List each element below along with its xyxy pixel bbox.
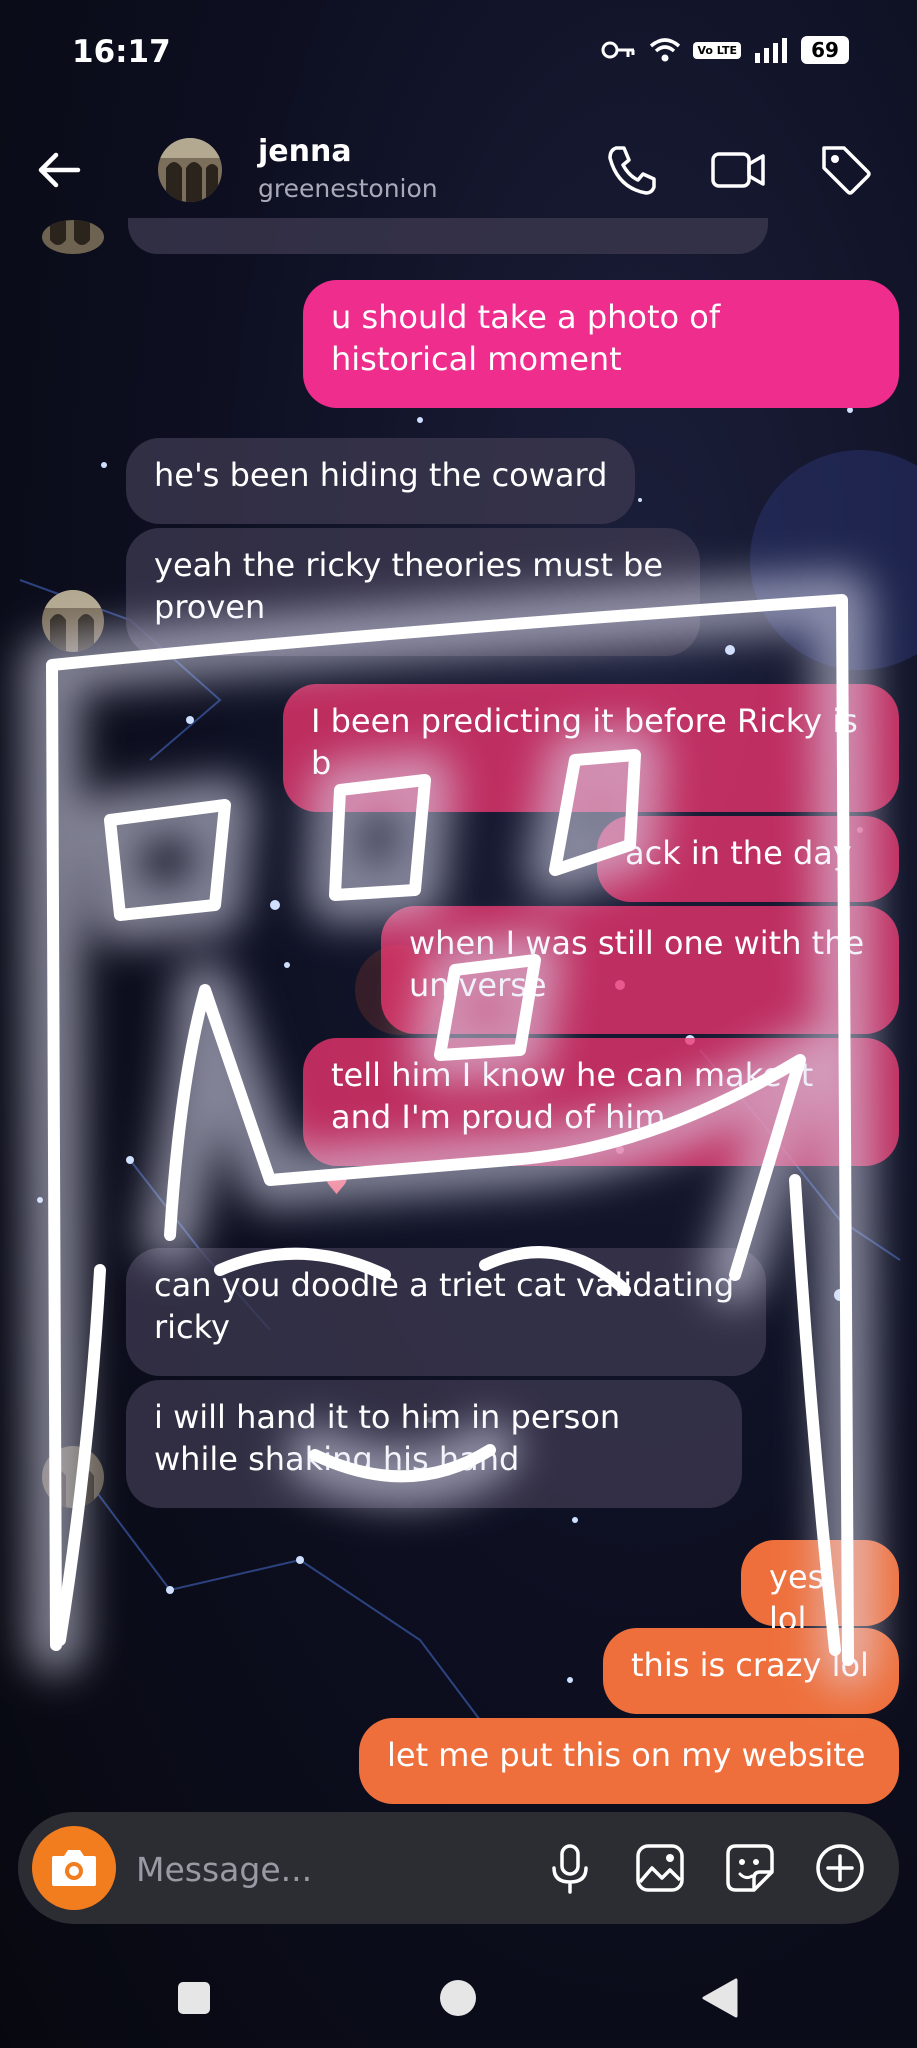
vpn-key-icon	[601, 41, 635, 59]
volte-badge: Vo LTE	[693, 41, 741, 59]
contact-avatar[interactable]	[158, 138, 222, 202]
sender-avatar	[42, 1446, 104, 1508]
contact-name[interactable]: jenna	[258, 134, 352, 169]
tag-icon[interactable]	[816, 140, 876, 200]
system-nav-bar	[0, 1948, 917, 2048]
mic-icon[interactable]	[542, 1840, 598, 1896]
camera-icon	[52, 1850, 96, 1886]
wifi-icon	[650, 38, 681, 62]
message-sent: when I was still one with the universe	[381, 906, 899, 1034]
sender-avatar	[42, 220, 104, 254]
status-bar: 16:17 Vo LTE 69	[0, 0, 917, 110]
video-icon[interactable]	[708, 140, 768, 200]
gallery-icon[interactable]	[632, 1840, 688, 1896]
message-received: yeah the ricky theories must be proven	[126, 528, 700, 656]
contact-username[interactable]: greenestonion	[258, 174, 438, 203]
back-arrow-icon[interactable]	[30, 140, 90, 200]
message-sent: tell him I know he can make it and I'm p…	[303, 1038, 899, 1166]
triangle-nav-icon[interactable]	[692, 1968, 752, 2028]
status-time: 16:17	[72, 34, 171, 70]
message-input[interactable]	[134, 1842, 438, 1896]
message-sent: let me put this on my website	[359, 1718, 899, 1804]
status-icons: Vo LTE 69	[601, 36, 849, 64]
message-sent: this is crazy lol	[603, 1628, 899, 1714]
message-composer	[18, 1812, 899, 1924]
message-received: i will hand it to him in person while sh…	[126, 1380, 742, 1508]
message-received: he's been hiding the coward	[126, 438, 636, 524]
message-received: can you doodle a triet cat validating ri…	[126, 1248, 766, 1376]
message-sent: u should take a photo of historical mome…	[303, 280, 899, 408]
message-sent: yes lol	[741, 1540, 899, 1638]
sender-avatar	[42, 590, 104, 652]
camera-button[interactable]	[32, 1826, 116, 1910]
message-sent: ack in the day	[597, 816, 899, 902]
circle-nav-icon[interactable]	[428, 1968, 488, 2028]
square-nav-icon[interactable]	[164, 1968, 224, 2028]
chat-header: jenna greenestonion	[0, 110, 917, 230]
message-sent: I been predicting it before Ricky is b	[283, 684, 899, 812]
heart-reaction[interactable]: ♥	[324, 1168, 349, 1201]
message-bubble-partial	[128, 218, 768, 254]
battery-level: 69	[801, 36, 849, 64]
sticker-icon[interactable]	[722, 1840, 778, 1896]
signal-icon	[755, 38, 787, 63]
plus-circle-icon[interactable]	[812, 1840, 868, 1896]
phone-icon[interactable]	[602, 140, 662, 200]
